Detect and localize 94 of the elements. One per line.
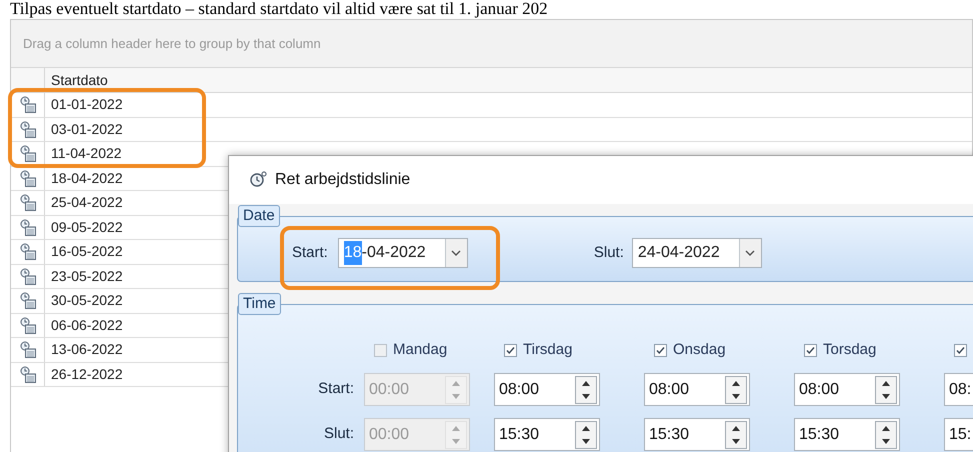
- up-arrow-icon: [882, 380, 890, 386]
- spin-buttons[interactable]: [875, 376, 897, 404]
- clock-calendar-icon: [20, 218, 36, 236]
- checkbox[interactable]: [374, 344, 387, 356]
- time-row-label: Start:: [317, 379, 355, 400]
- table-cell-text: 03-01-2022: [51, 120, 123, 139]
- table-cell-text: 01-01-2022: [51, 95, 123, 114]
- start-label: Start:: [292, 242, 328, 263]
- time-spinner-field[interactable]: 08:00: [794, 373, 900, 406]
- day-label: Torsdag: [823, 340, 876, 360]
- date-text: -04-2022: [362, 243, 426, 263]
- group-legend: Date: [238, 205, 280, 227]
- up-arrow-icon: [732, 380, 740, 386]
- checkbox[interactable]: [654, 344, 667, 356]
- table-cell-text: 23-05-2022: [51, 266, 123, 286]
- up-arrow-icon: [582, 380, 590, 386]
- clock-calendar-icon: [20, 341, 36, 358]
- clock-calendar-icon: [20, 243, 36, 260]
- day-label: Onsdag: [673, 340, 726, 360]
- table-cell-text: 09-05-2022: [51, 218, 123, 237]
- time-value: 08:00: [499, 380, 540, 400]
- checkmark-icon: [806, 346, 815, 354]
- table-cell-text: 25-04-2022: [51, 193, 123, 212]
- time-spinner-field[interactable]: 15:30: [794, 418, 900, 451]
- end-label: Slut:: [594, 242, 624, 263]
- day-label: Tirsdag: [523, 340, 572, 360]
- time-value: 15:30: [799, 424, 840, 444]
- time-value: 15:30: [649, 424, 690, 444]
- selected-text: 18: [344, 241, 362, 265]
- down-arrow-icon: [882, 438, 890, 444]
- group-legend: Time: [238, 293, 281, 315]
- table-cell-text: 26-12-2022: [51, 364, 123, 384]
- clock-calendar-icon: [20, 96, 36, 114]
- group-hint: Drag a column header here to group by that column: [23, 34, 321, 53]
- table-cell-text: 30-05-2022: [51, 291, 123, 310]
- time-row-label: Slut:: [322, 424, 355, 444]
- time-value: 08:: [949, 380, 972, 400]
- clock-calendar-icon: [20, 316, 36, 334]
- caption-text: Tilpas eventuelt startdato – standard startdato vil altid være sat til 1. januar 202: [9, 0, 549, 18]
- up-arrow-icon: [452, 380, 460, 386]
- checkmark-icon: [506, 346, 515, 354]
- down-arrow-icon: [452, 438, 460, 444]
- time-value: 00:00: [369, 380, 410, 400]
- spin-buttons[interactable]: [725, 376, 747, 404]
- end-date-field[interactable]: 24-04-2022: [632, 238, 762, 268]
- up-arrow-icon: [582, 426, 590, 430]
- up-arrow-icon: [882, 426, 890, 430]
- time-value: 15:30: [499, 424, 540, 444]
- down-arrow-icon: [882, 394, 890, 398]
- table-cell-text: 13-06-2022: [51, 340, 123, 360]
- up-arrow-icon: [452, 426, 460, 430]
- checkbox[interactable]: [954, 344, 967, 356]
- down-arrow-icon: [452, 394, 460, 398]
- dialog-title: Ret arbejdstidslinie: [275, 170, 410, 190]
- spin-buttons[interactable]: [875, 420, 897, 448]
- down-arrow-icon: [732, 438, 740, 444]
- clock-calendar-icon: [20, 268, 36, 285]
- spin-buttons[interactable]: [575, 376, 597, 404]
- time-value: 00:00: [369, 424, 410, 444]
- clock-calendar-icon: [20, 145, 36, 162]
- down-arrow-icon: [582, 394, 590, 398]
- clock-calendar-icon: [20, 170, 36, 187]
- start-date-field[interactable]: 18-04-2022: [338, 238, 468, 268]
- time-spinner-field[interactable]: 08:: [944, 373, 973, 406]
- table-cell-text: 06-06-2022: [51, 316, 123, 335]
- chevron-down-icon: [745, 250, 756, 256]
- clock-calendar-icon: [20, 292, 36, 310]
- chevron-down-icon: [451, 250, 462, 256]
- spin-buttons[interactable]: [575, 420, 597, 448]
- stopwatch-icon: [249, 171, 267, 189]
- time-spinner-field[interactable]: 08:00: [494, 373, 600, 406]
- table-cell-text: 16-05-2022: [51, 242, 123, 262]
- checkbox[interactable]: [504, 344, 517, 356]
- down-arrow-icon: [582, 438, 590, 444]
- table-cell-text: 18-04-2022: [51, 168, 123, 188]
- date-text: 24-04-2022: [638, 243, 720, 263]
- checkmark-icon: [956, 346, 965, 354]
- down-arrow-icon: [732, 394, 740, 398]
- clock-calendar-icon: [20, 194, 36, 212]
- checkbox[interactable]: [804, 344, 817, 356]
- day-label: Mandag: [393, 340, 448, 360]
- time-value: 15:: [949, 424, 972, 444]
- time-value: 08:00: [649, 380, 690, 400]
- time-spinner-field[interactable]: 08:00: [644, 373, 750, 406]
- clock-calendar-icon: [20, 120, 36, 138]
- clock-calendar-icon: [20, 366, 36, 383]
- checkmark-icon: [656, 346, 665, 354]
- up-arrow-icon: [732, 426, 740, 430]
- time-spinner-field[interactable]: 15:30: [494, 418, 600, 451]
- time-spinner-field[interactable]: 15:: [944, 418, 973, 451]
- spin-buttons[interactable]: [725, 420, 747, 448]
- time-value: 08:00: [799, 380, 840, 400]
- time-spinner-field[interactable]: 15:30: [644, 418, 750, 451]
- table-cell-text: 11-04-2022: [51, 144, 122, 164]
